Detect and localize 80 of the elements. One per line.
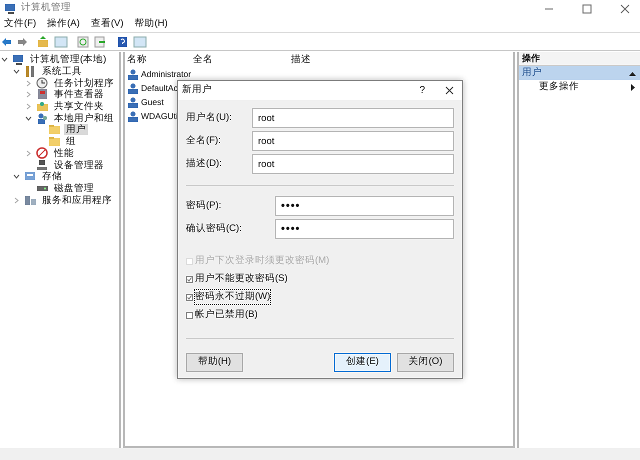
field-label: 密码(P): xyxy=(186,198,222,213)
clock-icon xyxy=(36,76,49,90)
tree-item[interactable]: 磁盘管理 xyxy=(52,182,96,194)
expander-icon[interactable] xyxy=(13,173,21,180)
services-icon xyxy=(24,194,37,207)
column-header[interactable]: 描述 xyxy=(291,52,491,68)
tree-item[interactable]: 事件查看器 xyxy=(52,89,106,100)
user-icon xyxy=(127,96,139,108)
users-icon xyxy=(36,112,49,125)
user-icon xyxy=(127,110,139,122)
expander-icon[interactable] xyxy=(1,56,9,64)
field-label: 描述(D): xyxy=(186,156,223,171)
checkbox-label[interactable]: 帐户已禁用(B) xyxy=(194,306,259,324)
field-label: 用户名(U): xyxy=(186,110,233,125)
tree-item[interactable]: 计算机管理(本地) xyxy=(28,54,108,66)
up-folder-icon[interactable] xyxy=(37,36,49,48)
help-button[interactable]: ? xyxy=(419,83,425,98)
tree-item[interactable]: 服务和应用程序 xyxy=(40,194,114,206)
menu-item[interactable]: 查看(V) xyxy=(90,17,124,32)
input-field[interactable]: root xyxy=(252,108,454,128)
tree-item[interactable]: 共享文件夹 xyxy=(52,101,106,112)
dialog-button[interactable]: 创建(E) xyxy=(334,353,391,372)
tree-item[interactable]: 组 xyxy=(64,136,78,148)
input-field[interactable]: root xyxy=(252,131,454,151)
tree-item[interactable]: 性能 xyxy=(52,148,76,159)
menu-item[interactable]: 操作(A) xyxy=(47,17,80,32)
tree-item[interactable]: 系统工具 xyxy=(40,66,84,78)
checkbox[interactable] xyxy=(186,276,193,282)
actions-section[interactable]: 用户 xyxy=(519,66,640,80)
user-icon xyxy=(127,82,139,94)
export-icon[interactable] xyxy=(94,36,106,48)
dialog-button[interactable]: 帮助(H) xyxy=(186,353,243,372)
share-icon xyxy=(36,100,49,114)
tree-item[interactable]: 设备管理器 xyxy=(52,160,106,171)
menu-item[interactable]: 文件(F) xyxy=(4,17,36,32)
action-item[interactable]: 更多操作 xyxy=(519,80,640,94)
tree-item[interactable]: 存储 xyxy=(40,171,64,182)
viewer-icon xyxy=(36,88,49,102)
computer-icon xyxy=(4,2,17,15)
user-icon xyxy=(127,68,139,80)
refresh-icon[interactable] xyxy=(77,36,89,48)
checkbox[interactable] xyxy=(186,312,193,318)
window-title: 计算机管理 xyxy=(21,1,71,16)
computer-icon xyxy=(12,53,25,66)
back-icon[interactable] xyxy=(1,36,12,46)
console-icon[interactable] xyxy=(133,36,147,48)
folder-icon xyxy=(48,135,61,148)
dialog-button[interactable]: 关闭(O) xyxy=(397,353,454,372)
checkbox[interactable] xyxy=(186,294,193,300)
list-cell[interactable]: DefaultAc xyxy=(141,82,178,94)
field-label: 全名(F): xyxy=(186,134,222,148)
column-header[interactable]: 名称 xyxy=(127,52,193,68)
actions-header: 操作 xyxy=(519,52,640,66)
tree-item[interactable]: 任务计划程序 xyxy=(52,78,116,89)
list-cell[interactable]: Guest xyxy=(141,96,164,108)
maximize-icon[interactable] xyxy=(582,4,592,14)
console-icon[interactable] xyxy=(54,36,68,48)
forward-icon[interactable] xyxy=(17,36,28,46)
device-icon xyxy=(36,158,49,172)
collapse-icon[interactable] xyxy=(629,70,636,76)
input-field[interactable]: •••• xyxy=(275,196,454,216)
field-label: 确认密码(C): xyxy=(186,222,243,236)
list-cell[interactable]: Administrator xyxy=(141,68,192,80)
list-cell[interactable]: WDAGUti xyxy=(141,110,178,122)
close-icon[interactable] xyxy=(445,86,454,95)
input-field[interactable]: root xyxy=(252,154,454,174)
checkbox-label[interactable]: 用户不能更改密码(S) xyxy=(194,270,289,288)
close-icon[interactable] xyxy=(620,4,630,14)
expander-icon[interactable] xyxy=(25,114,33,122)
expander-icon[interactable] xyxy=(13,68,21,76)
menu-item[interactable]: 帮助(H) xyxy=(134,17,168,32)
tree-item[interactable]: 本地用户和组 xyxy=(52,112,116,124)
folder-icon xyxy=(48,123,61,136)
checkbox-label[interactable]: 密码永不过期(W) xyxy=(194,288,272,306)
input-field[interactable]: •••• xyxy=(275,219,454,239)
column-header[interactable]: 全名 xyxy=(193,52,291,68)
help-icon[interactable] xyxy=(117,36,128,48)
tree-item[interactable]: 用户 xyxy=(64,124,88,136)
submenu-arrow-icon xyxy=(631,84,636,90)
dialog-title: 新用户 xyxy=(182,83,212,98)
